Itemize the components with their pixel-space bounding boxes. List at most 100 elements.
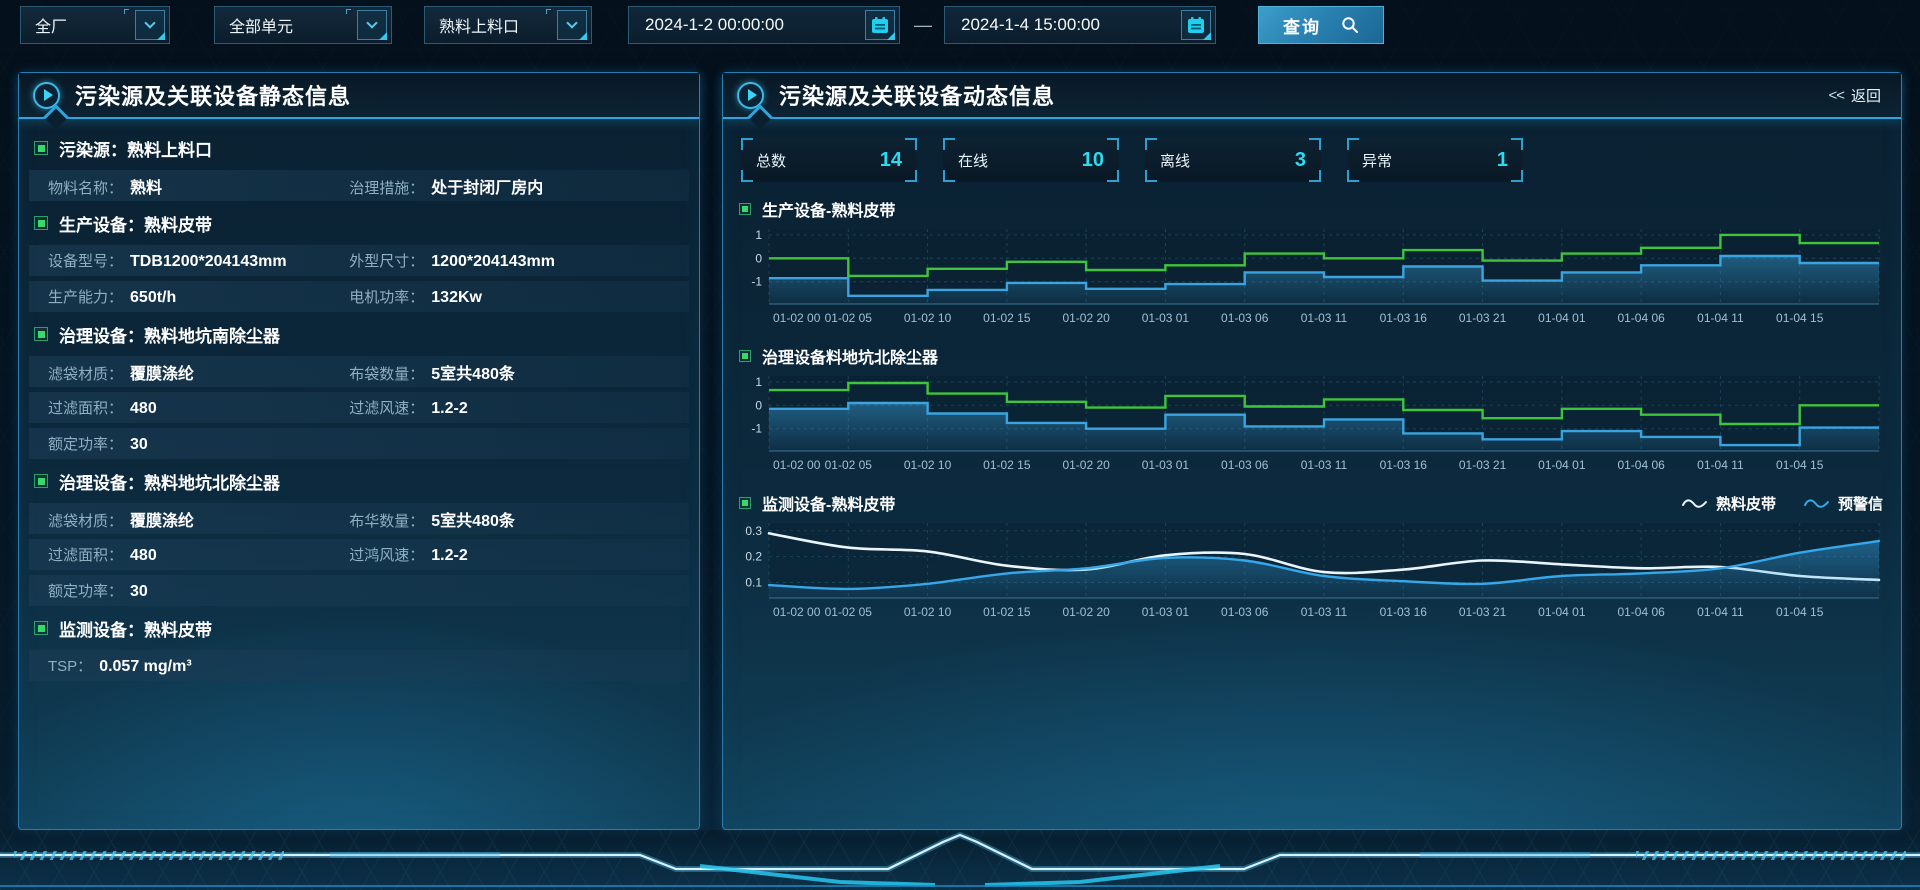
svg-text:01-02 00: 01-02 00 (773, 605, 821, 619)
svg-text:01-02 00: 01-02 00 (773, 458, 821, 472)
info-row: 滤袋材质：覆膜涤纶布袋数量：5室共480条 (29, 356, 689, 387)
corner-bracket (1145, 170, 1157, 182)
svg-text:01-04 15: 01-04 15 (1776, 605, 1824, 619)
unit-dropdown[interactable]: 全部单元 (214, 6, 392, 44)
calendar-button[interactable] (1181, 10, 1211, 40)
search-icon (1341, 16, 1359, 34)
corner-bracket (1309, 170, 1321, 182)
charts-mount: 生产设备-熟料皮带10-101-02 0001-02 0501-02 1001-… (739, 194, 1885, 627)
chart-legend: 熟料皮带预警信 (1682, 493, 1885, 514)
corner-bracket (1107, 138, 1119, 150)
svg-text:1: 1 (755, 375, 762, 389)
field-label: 布袋数量： (349, 363, 424, 384)
svg-text:01-03 06: 01-03 06 (1221, 458, 1269, 472)
corner-bracket (741, 170, 753, 182)
dropdown-arrow-button[interactable] (357, 10, 387, 40)
chart-svg: 10-101-02 0001-02 0501-02 1001-02 1501-0… (739, 371, 1885, 475)
source-dropdown[interactable]: 熟料上料口 (424, 6, 592, 44)
svg-text:01-03 21: 01-03 21 (1459, 311, 1507, 325)
hatch-marks-right (1636, 851, 1906, 860)
field-value: 0.057 mg/m³ (99, 658, 191, 676)
date-range-separator: — (914, 15, 932, 36)
svg-text:-1: -1 (751, 275, 762, 289)
corner-bracket (905, 138, 917, 150)
calendar-icon (1186, 15, 1206, 35)
legend-label: 预警信 (1838, 493, 1883, 514)
device-stats-row: 总数14在线10离线3异常1 (739, 121, 1885, 186)
section-bullet-icon (34, 327, 48, 341)
static-info-list: 污染源：熟料上料口物料名称：熟料治理措施：处于封闭厂房内生产设备：熟料皮带设备型… (19, 119, 699, 698)
stat-value: 10 (1082, 149, 1104, 172)
back-button-label: 返回 (1851, 85, 1881, 106)
corner-bracket (1347, 138, 1359, 150)
chevron-down-icon (366, 17, 377, 28)
back-button[interactable]: << 返回 (1822, 81, 1887, 110)
unit-dropdown-value: 全部单元 (229, 13, 293, 37)
corner-bracket (1145, 138, 1157, 150)
field-label: 额定功率： (48, 433, 123, 454)
dynamic-info-panel: 污染源及关联设备动态信息 << 返回 总数14在线10离线3异常1 生产设备-熟… (722, 72, 1902, 830)
corner-bracket (1309, 138, 1321, 150)
svg-text:01-03 16: 01-03 16 (1380, 458, 1428, 472)
svg-text:01-02 20: 01-02 20 (1062, 605, 1110, 619)
dropdown-arrow-button[interactable] (135, 10, 165, 40)
corner-bracket (905, 170, 917, 182)
svg-text:01-04 11: 01-04 11 (1697, 458, 1744, 472)
field-label: 过滤面积： (48, 544, 123, 565)
field-value: 480 (130, 400, 157, 418)
chart-title-row: 生产设备-熟料皮带 (739, 194, 1885, 224)
field-label: 滤袋材质： (48, 510, 123, 531)
info-cell: 过滤面积： 480 (48, 544, 349, 565)
field-value: 处于封闭厂房内 (431, 174, 543, 198)
svg-text:01-02 15: 01-02 15 (983, 605, 1031, 619)
svg-text:01-03 21: 01-03 21 (1459, 458, 1507, 472)
info-row: 额定功率：30 (29, 575, 689, 606)
chart-title-label: 生产设备-熟料皮带 (762, 197, 895, 221)
svg-text:0.2: 0.2 (745, 550, 762, 564)
dropdown-arrow-button[interactable] (557, 10, 587, 40)
field-value: TDB1200*204143mm (130, 253, 287, 271)
field-value: 5室共480条 (431, 360, 515, 384)
play-circle-icon (33, 82, 60, 109)
svg-text:01-02 10: 01-02 10 (904, 311, 952, 325)
chart-title-row: 监测设备-熟料皮带熟料皮带预警信 (739, 488, 1885, 518)
field-value: 熟料 (130, 174, 162, 198)
svg-text:01-03 11: 01-03 11 (1301, 605, 1348, 619)
info-row: 过滤面积：480过滤风速：1.2-2 (29, 392, 689, 423)
info-cell: 滤袋材质：覆膜涤纶 (48, 507, 349, 531)
section-bullet-icon (34, 216, 48, 230)
svg-text:01-04 06: 01-04 06 (1617, 605, 1665, 619)
svg-text:01-02 10: 01-02 10 (904, 458, 952, 472)
svg-text:01-03 01: 01-03 01 (1142, 605, 1190, 619)
field-label: 布华数量： (349, 510, 424, 531)
svg-text:01-02 05: 01-02 05 (825, 311, 873, 325)
squiggle-line-icon (1682, 497, 1708, 509)
back-chevrons-icon: << (1828, 87, 1844, 104)
info-cell: 治理措施：处于封闭厂房内 (349, 174, 689, 198)
date-from-input[interactable]: 2024-1-2 00:00:00 (628, 6, 900, 44)
calendar-button[interactable] (865, 10, 895, 40)
date-to-input[interactable]: 2024-1-4 15:00:00 (944, 6, 1216, 44)
field-label: 外型尺寸： (349, 250, 424, 271)
filter-toolbar: 全厂 全部单元 熟料上料口 2024-1-2 00:00:00 — 2024-1… (0, 0, 1920, 50)
chart-block: 监测设备-熟料皮带熟料皮带预警信0.30.20.101-02 0001-02 0… (739, 488, 1885, 627)
field-value: 480 (130, 547, 157, 565)
section-header-label: 监测设备：熟料皮带 (59, 616, 212, 641)
field-label: 设备型号： (48, 250, 123, 271)
section-header-label: 治理设备：熟料地坑北除尘器 (59, 469, 280, 494)
field-label: 额定功率： (48, 580, 123, 601)
svg-text:01-03 11: 01-03 11 (1301, 311, 1348, 325)
stat-label: 在线 (958, 150, 988, 171)
query-button[interactable]: 查询 (1258, 6, 1384, 44)
svg-text:0.1: 0.1 (745, 575, 762, 589)
info-cell: 外型尺寸：1200*204143mm (349, 250, 689, 271)
field-label: 生产能力： (48, 286, 123, 307)
info-cell: 额定功率：30 (48, 580, 349, 601)
corner-bracket (741, 138, 753, 150)
plant-dropdown[interactable]: 全厂 (20, 6, 170, 44)
stat-value: 3 (1295, 149, 1306, 172)
dynamic-panel-title: 污染源及关联设备动态信息 (779, 79, 1055, 111)
info-row: 滤袋材质：覆膜涤纶布华数量：5室共480条 (29, 503, 689, 534)
stat-value: 14 (880, 149, 902, 172)
hatch-marks-left (14, 851, 284, 860)
